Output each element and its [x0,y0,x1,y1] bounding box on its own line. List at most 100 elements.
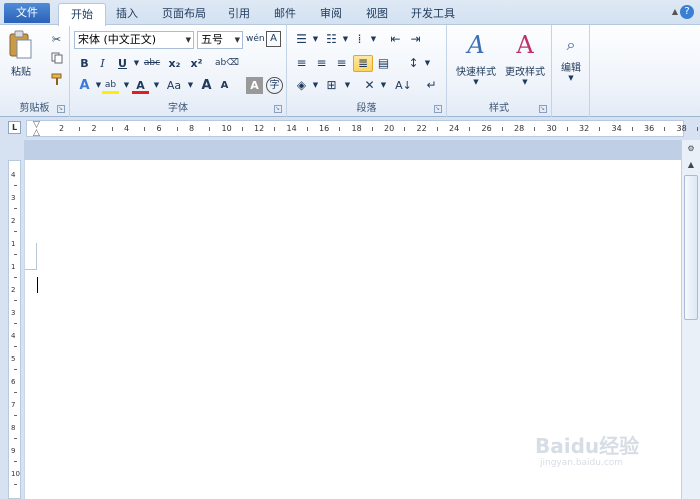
binoculars-icon: ⌕ [566,35,576,54]
h-ruler-tick-label: 10 [221,124,232,133]
superscript-button[interactable]: x² [188,55,205,72]
copy-icon[interactable] [48,52,65,69]
char-shading-button[interactable]: A [246,77,263,94]
tab-view[interactable]: 视图 [358,3,396,25]
quick-styles-dropdown-icon: ▼ [473,78,479,86]
styles-launcher-icon[interactable]: ↘ [539,105,547,113]
phonetic-guide-icon[interactable]: wén [246,31,265,48]
styles-group-label: 样式 [489,103,509,114]
hanging-indent-marker[interactable]: △ [33,128,40,138]
h-ruler-tick [176,127,178,131]
font-color-icon[interactable]: A [132,77,149,94]
h-ruler-tick-label: 2 [59,124,65,133]
tab-file[interactable]: 文件 [4,3,50,23]
borders-dropdown-icon[interactable]: ▼ [339,77,356,94]
h-ruler-tick [404,127,405,131]
v-ruler-tick [14,438,17,439]
editing-dropdown-icon: ▼ [568,74,574,82]
horizontal-ruler[interactable]: ▽ △ 2 2 4 6 8 10 12 14 16 18 20 22 24 26 28 30 32 34 36 38 [26,120,698,138]
minimize-ribbon-icon[interactable]: ▲ [672,7,678,16]
grow-font-button[interactable]: A [198,77,215,94]
borders-icon[interactable]: ⊞ [323,77,340,94]
v-ruler-tick [14,323,17,324]
clear-formatting-icon[interactable]: ab⌫ [215,55,239,72]
tab-selector[interactable]: L [8,121,21,134]
change-case-dropdown-icon[interactable]: ▼ [182,77,199,94]
subscript-button[interactable]: x₂ [166,55,183,72]
justify-icon[interactable]: ≣ [353,55,373,72]
strikethrough-button[interactable]: abc [142,55,162,72]
change-styles-label: 更改样式 [505,67,545,78]
chinese-layout-dropdown-icon[interactable]: ▼ [375,77,392,94]
change-case-button[interactable]: Aa [164,77,184,94]
tab-home[interactable]: 开始 [58,3,106,26]
format-painter-icon[interactable] [48,73,65,90]
v-ruler-tick [14,185,17,186]
tab-page-layout[interactable]: 页面布局 [155,3,213,25]
tab-insert[interactable]: 插入 [108,3,146,25]
h-ruler-tick-label: 38 [676,124,687,133]
tab-review[interactable]: 审阅 [312,3,350,25]
group-font: 宋体 (中文正文) ▼ 五号 ▼ wén A B I U ▼ abc x₂ x² a… [70,25,287,117]
vertical-ruler[interactable]: 4 3 2 1 1 2 3 4 5 6 7 8 9 10 [8,160,21,499]
bold-button[interactable]: B [76,55,93,72]
h-ruler-tick-label: 22 [416,124,427,133]
highlight-icon[interactable]: ab [102,77,119,94]
editing-label: 编辑 [561,63,581,74]
font-name-select[interactable]: 宋体 (中文正文) ▼ [74,31,194,49]
char-border-icon[interactable]: A [266,31,281,47]
bullets-dropdown-icon[interactable]: ▼ [307,31,324,48]
italic-button[interactable]: I [94,55,111,72]
quick-styles-button[interactable]: A 快速样式 ▼ [451,31,501,93]
line-spacing-dropdown-icon[interactable]: ▼ [419,55,436,72]
align-left-icon[interactable]: ≡ [293,55,310,72]
decrease-indent-icon[interactable]: ⇤ [387,31,404,48]
paragraph-launcher-icon[interactable]: ↘ [434,105,442,113]
watermark-text: Baidu经验 [535,434,640,458]
paste-button[interactable]: 粘贴 [6,30,36,82]
h-ruler-tick-label: 34 [611,124,622,133]
enclose-char-icon[interactable]: 字 [266,77,283,94]
shrink-font-button[interactable]: A [216,77,233,94]
help-icon[interactable]: ? [680,5,694,19]
editing-button[interactable]: ⌕ 编辑 ▼ [556,31,586,93]
page-gap [24,140,681,160]
ribbon-tab-bar: 文件 开始 插入 页面布局 引用 邮件 审阅 视图 开发工具 ▲ ? [0,0,700,26]
sort-icon[interactable]: A↓ [395,77,412,94]
v-ruler-tick [14,208,17,209]
font-launcher-icon[interactable]: ↘ [274,105,282,113]
v-ruler-tick [14,461,17,462]
align-center-icon[interactable]: ≡ [313,55,330,72]
scroll-up-icon[interactable]: ▲ [684,158,698,172]
cut-icon[interactable]: ✂ [48,31,65,48]
v-ruler-tick [14,300,17,301]
paste-label: 粘贴 [11,67,31,78]
change-styles-button[interactable]: A 更改样式 ▼ [501,31,549,93]
h-ruler-tick [274,127,275,131]
vertical-scrollbar[interactable]: ⚙ ▲ [681,140,700,499]
h-ruler-tick [436,127,438,131]
scroll-thumb[interactable] [684,175,698,320]
multilevel-dropdown-icon[interactable]: ▼ [365,31,382,48]
h-ruler-tick [111,127,113,131]
change-styles-dropdown-icon: ▼ [522,78,528,86]
font-size-select[interactable]: 五号 ▼ [197,31,243,49]
tab-references[interactable]: 引用 [220,3,258,25]
h-ruler-tick [79,127,80,131]
h-ruler-tick-label: 26 [481,124,492,133]
h-ruler-tick [664,127,665,131]
increase-indent-icon[interactable]: ⇥ [407,31,424,48]
distributed-icon[interactable]: ▤ [375,55,392,72]
tab-mailings[interactable]: 邮件 [266,3,304,25]
quick-styles-icon: A [467,31,485,59]
h-ruler-tick-label: 12 [254,124,265,133]
ruler-toggle-icon[interactable]: ⚙ [684,142,698,156]
quick-styles-label: 快速样式 [456,67,496,78]
font-group-label: 字体 [168,103,188,114]
align-right-icon[interactable]: ≡ [333,55,350,72]
tab-developer[interactable]: 开发工具 [404,3,462,25]
clipboard-launcher-icon[interactable]: ↘ [57,105,65,113]
shading-dropdown-icon[interactable]: ▼ [307,77,324,94]
font-color-dropdown-icon[interactable]: ▼ [148,77,165,94]
show-marks-icon[interactable]: ↵ [423,77,440,94]
